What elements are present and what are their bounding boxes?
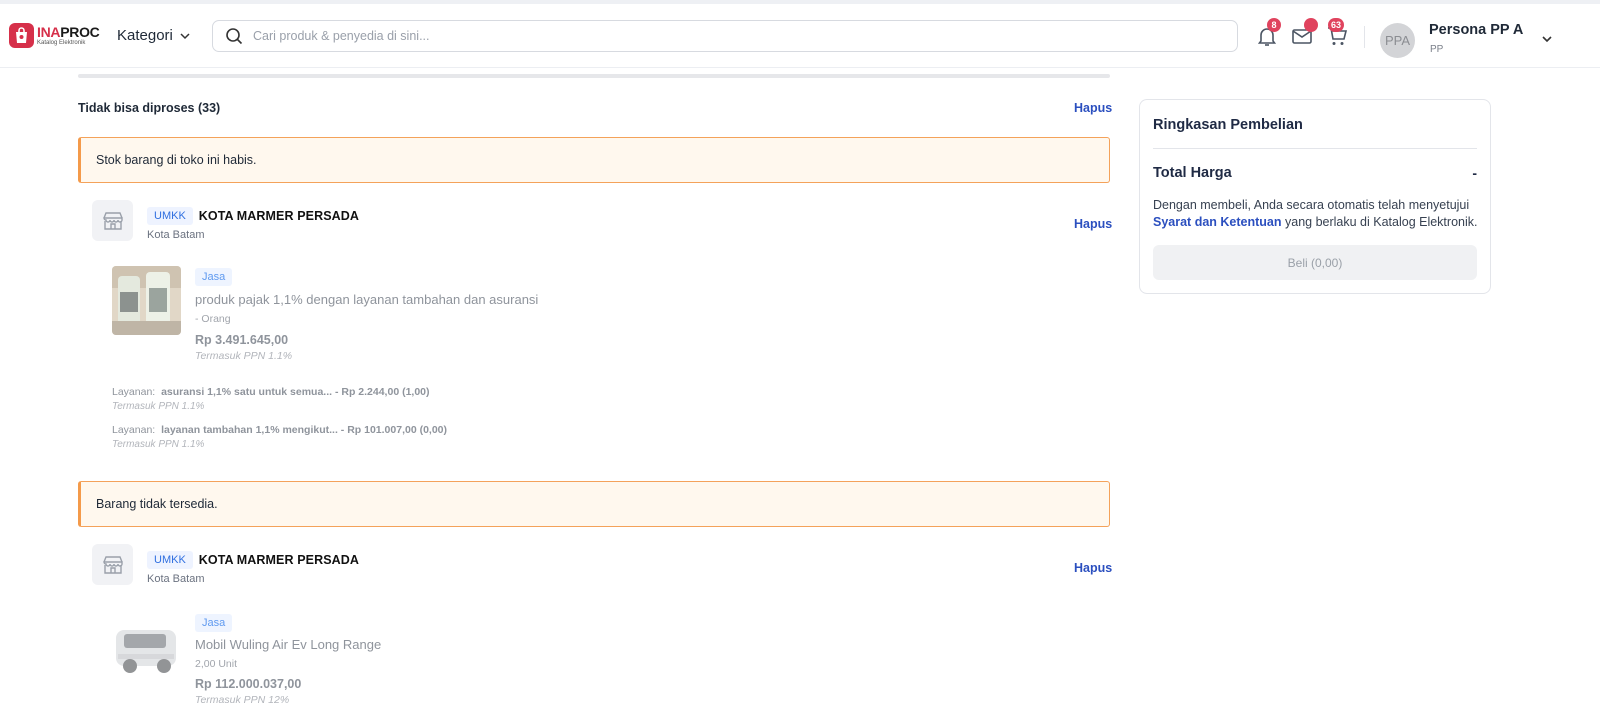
product-price: Rp 3.491.645,00: [195, 333, 289, 347]
product-type-tag: Jasa: [195, 268, 233, 286]
product-name[interactable]: produk pajak 1,1% dengan layanan tambaha…: [195, 292, 538, 307]
store-header[interactable]: UMKK KOTA MARMER PERSADA: [147, 207, 359, 225]
delete-store-button[interactable]: Hapus: [1074, 561, 1112, 575]
store-header[interactable]: UMKK KOTA MARMER PERSADA: [147, 551, 359, 569]
product-price: Rp 112.000.037,00: [195, 677, 302, 691]
summary-divider: [1153, 148, 1477, 149]
user-role: PP: [1430, 44, 1444, 55]
service-line: Layanan: asuransi 1,1% satu untuk semua.…: [112, 386, 430, 398]
summary-title: Ringkasan Pembelian: [1153, 117, 1303, 133]
store-city: Kota Batam: [147, 573, 205, 585]
top-header: INAPROC Katalog Elektronik Kategori 8 63…: [0, 4, 1600, 68]
inaproc-logo[interactable]: INAPROC Katalog Elektronik: [9, 23, 100, 48]
chevron-down-icon: [180, 32, 190, 39]
section-divider: [78, 74, 1110, 78]
inbox-dot-badge: [1304, 18, 1318, 32]
service-line: Layanan: layanan tambahan 1,1% mengikut.…: [112, 424, 448, 436]
inbox-button[interactable]: [1290, 18, 1318, 48]
notification-button[interactable]: 8: [1255, 18, 1281, 48]
service-value: asuransi 1,1% satu untuk semua... - Rp 2…: [161, 386, 430, 398]
stock-alert: Stok barang di toko ini habis.: [78, 137, 1110, 183]
header-divider: [1364, 26, 1365, 48]
store-name[interactable]: KOTA MARMER PERSADA: [199, 553, 359, 567]
product-image[interactable]: [112, 612, 181, 681]
section-title: Tidak bisa diproses (33): [78, 101, 221, 115]
service-label: Layanan: [112, 424, 153, 436]
product-name[interactable]: Mobil Wuling Air Ev Long Range: [195, 637, 381, 652]
user-menu-chevron-icon[interactable]: [1540, 32, 1554, 46]
shopping-bag-icon: [9, 23, 34, 48]
product-ppn: Termasuk PPN 1.1%: [195, 350, 293, 362]
store-icon: [92, 200, 133, 241]
product-unit: 2,00 Unit: [195, 658, 238, 670]
notification-count-badge: 8: [1267, 18, 1281, 32]
store-icon: [92, 544, 133, 585]
terms-notice: Dengan membeli, Anda secara otomatis tel…: [1153, 197, 1483, 231]
delete-store-button[interactable]: Hapus: [1074, 217, 1112, 231]
delete-all-button[interactable]: Hapus: [1074, 101, 1112, 115]
service-value: layanan tambahan 1,1% mengikut... - Rp 1…: [161, 424, 448, 436]
availability-alert: Barang tidak tersedia.: [78, 481, 1110, 527]
search-input[interactable]: [253, 29, 1153, 43]
store-name[interactable]: KOTA MARMER PERSADA: [199, 209, 359, 223]
service-ppn: Termasuk PPN 1.1%: [112, 401, 205, 412]
service-label: Layanan: [112, 386, 153, 398]
total-price-label: Total Harga: [1153, 165, 1232, 181]
avatar[interactable]: PPA: [1380, 23, 1415, 58]
logo-brand: INAPROC: [37, 24, 100, 40]
user-name[interactable]: Persona PP A: [1429, 22, 1523, 38]
search-bar[interactable]: [212, 20, 1238, 52]
umkk-badge: UMKK: [147, 551, 193, 569]
umkk-badge: UMKK: [147, 207, 193, 225]
terms-text-before: Dengan membeli, Anda secara otomatis tel…: [1153, 198, 1470, 212]
terms-link[interactable]: Syarat dan Ketentuan: [1153, 215, 1282, 229]
kategori-label: Kategori: [117, 27, 173, 44]
logo-subtitle: Katalog Elektronik: [37, 40, 86, 46]
cart-button[interactable]: 63: [1325, 18, 1349, 48]
product-unit: - Orang: [195, 313, 231, 325]
product-image[interactable]: [112, 266, 181, 335]
service-ppn: Termasuk PPN 1.1%: [112, 439, 205, 450]
store-city: Kota Batam: [147, 229, 205, 241]
buy-button[interactable]: Beli (0,00): [1153, 245, 1477, 280]
total-price-value: -: [1472, 165, 1477, 181]
cart-count-badge: 63: [1328, 18, 1345, 32]
product-type-tag: Jasa: [195, 614, 233, 632]
terms-text-after: yang berlaku di Katalog Elektronik.: [1285, 215, 1478, 229]
product-ppn: Termasuk PPN 12%: [195, 694, 290, 706]
purchase-summary-card: Ringkasan Pembelian Total Harga - Dengan…: [1139, 99, 1491, 294]
kategori-dropdown[interactable]: Kategori: [117, 27, 191, 44]
search-icon: [226, 28, 243, 45]
